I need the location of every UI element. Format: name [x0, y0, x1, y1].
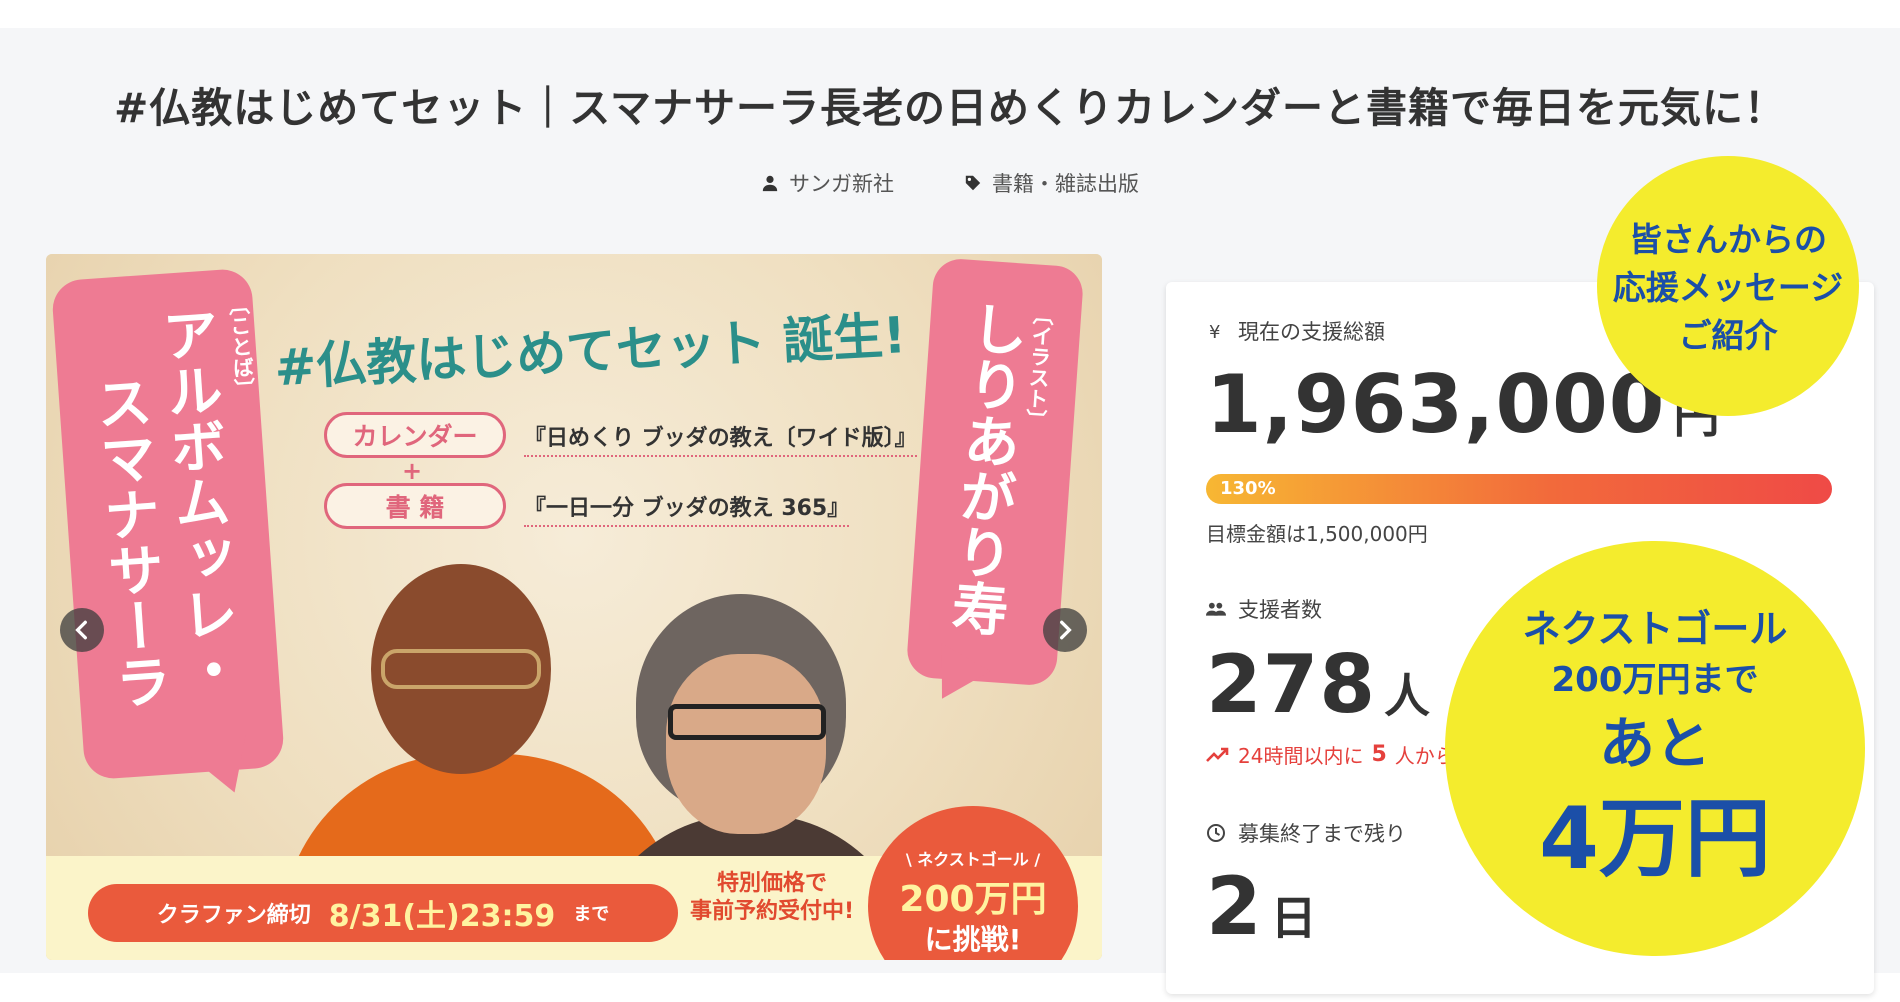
calendar-product: 『日めくり ブッダの教え〔ワイド版〕』: [524, 420, 917, 457]
special-line2: 事前予約受付中!: [689, 898, 855, 924]
next-goal-line1: ネクストゴール: [1522, 607, 1788, 651]
supporters-unit: 人: [1384, 669, 1431, 723]
supporters-value: 278: [1206, 638, 1376, 731]
goal-line2: 200万円: [899, 879, 1047, 920]
trend-prefix: 24時間以内に: [1238, 744, 1364, 768]
special-price-note: 特別価格で 事前予約受付中!: [672, 870, 872, 925]
progress-fill: [1206, 474, 1832, 504]
artist-glasses: [668, 704, 826, 740]
supporters-total: 278 人: [1206, 638, 1431, 731]
next-goal-line4: 4万円: [1539, 789, 1771, 889]
next-goal-line3: あと: [1599, 712, 1711, 777]
amount-label-row: ¥ 現在の支援総額: [1206, 316, 1385, 346]
owner-name: サンガ新社: [789, 172, 894, 196]
monk-glasses: [381, 649, 541, 689]
category-link[interactable]: 書籍・雑誌出版: [964, 168, 1139, 198]
artist-face: [666, 654, 826, 834]
calendar-tag: カレンダー: [324, 412, 506, 458]
remaining-label: 募集終了まで残り: [1238, 822, 1406, 846]
amount-label: 現在の支援総額: [1238, 320, 1385, 344]
trending-up-icon: [1206, 747, 1229, 762]
remaining-label-row: 募集終了まで残り: [1206, 818, 1406, 848]
amount-value: 1,963,000: [1206, 358, 1666, 451]
carousel-next-button[interactable]: [1043, 608, 1087, 652]
project-meta: サンガ新社 書籍・雑誌出版: [0, 168, 1900, 198]
messages-line1: 皆さんからの: [1629, 220, 1827, 259]
hero-banner: 〔ことば〕 アルボムッレ・ スマナサーラ 〔イラスト〕 しりあがり寿 #仏教はじ…: [46, 254, 1102, 960]
plus-sign: +: [402, 457, 423, 485]
project-title: #仏教はじめてセット｜スマナサーラ長老の日めくりカレンダーと書籍で毎日を元気に！: [113, 84, 1787, 132]
category-name: 書籍・雑誌出版: [992, 172, 1139, 196]
yen-icon: ¥: [1209, 322, 1220, 341]
deadline-badge: クラファン締切 8/31(土)23:59 まで: [88, 884, 678, 942]
goal-line1: \ ネクストゴール /: [905, 850, 1041, 869]
deadline-suffix: まで: [573, 904, 610, 925]
remaining-unit: 日: [1270, 891, 1318, 945]
messages-line2: 応援メッセージ: [1612, 268, 1844, 307]
deadline-label: クラファン締切: [156, 903, 311, 928]
users-icon: [1206, 602, 1226, 616]
recent-supporters-trend: 24時間以内に 5 人から: [1206, 740, 1455, 769]
next-goal-callout: ネクストゴール 200万円まで あと 4万円: [1445, 541, 1865, 956]
user-icon: [762, 175, 778, 192]
clock-icon: [1207, 824, 1225, 842]
remaining-value: 2: [1206, 860, 1263, 953]
chevron-left-icon: [75, 620, 87, 640]
chevron-right-icon: [1060, 620, 1072, 640]
target-amount: 目標金額は1,500,000円: [1206, 522, 1428, 546]
progress-percent: 130%: [1220, 478, 1276, 499]
svg-text:¥: ¥: [1209, 322, 1220, 341]
book-tag: 書 籍: [324, 483, 506, 529]
messages-line3: ご紹介: [1678, 316, 1778, 355]
next-goal-line2: 200万円まで: [1551, 660, 1759, 700]
project-page: #仏教はじめてセット｜スマナサーラ長老の日めくりカレンダーと書籍で毎日を元気に！…: [0, 28, 1900, 994]
carousel-prev-button[interactable]: [60, 608, 104, 652]
trend-count: 5: [1371, 742, 1387, 767]
funding-progress-bar: [1206, 474, 1832, 504]
deadline-date: 8/31(土)23:59: [328, 899, 556, 934]
supporters-label-row: 支援者数: [1206, 594, 1322, 624]
remaining-days: 2日: [1206, 860, 1318, 953]
messages-callout: 皆さんからの 応援メッセージ ご紹介: [1597, 156, 1859, 416]
book-product: 『一日一分 ブッダの教え 365』: [524, 490, 850, 527]
goal-line3: に挑戦!: [924, 923, 1022, 956]
tag-icon: [965, 175, 981, 191]
supporters-label: 支援者数: [1238, 598, 1322, 622]
owner-link[interactable]: サンガ新社: [761, 168, 894, 198]
special-line1: 特別価格で: [716, 871, 827, 896]
